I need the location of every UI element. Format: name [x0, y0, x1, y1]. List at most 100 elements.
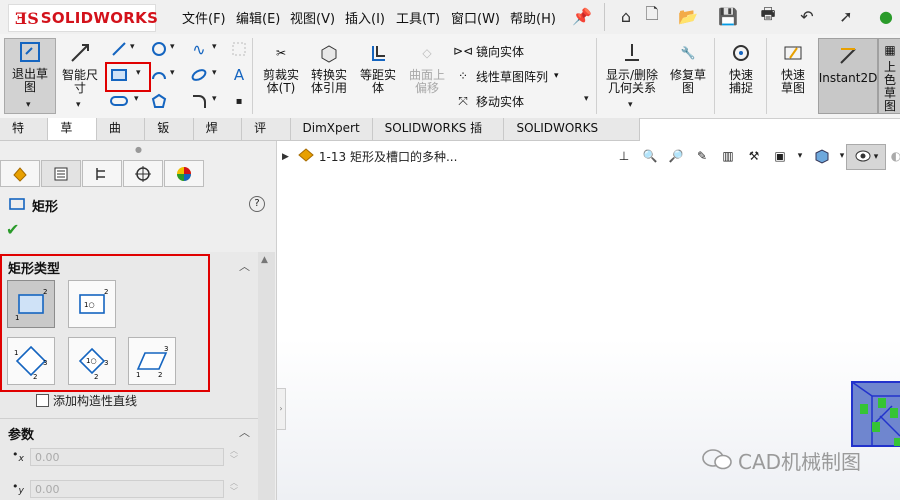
move-dropdown-icon[interactable]: ▾: [584, 94, 589, 104]
zoom-area-icon[interactable]: 🔎: [666, 146, 686, 166]
select-arrow-icon[interactable]: ➚: [836, 5, 856, 27]
convert-entities-button[interactable]: 转换实体引用: [306, 40, 352, 95]
dimxpert-manager-tab-icon[interactable]: [123, 160, 163, 187]
tab-dimxpert[interactable]: DimXpert: [291, 118, 373, 140]
menu-edit[interactable]: 编辑(E): [236, 8, 280, 27]
feature-tree-root[interactable]: ▶ 1-13 矩形及槽口的多种...: [282, 147, 457, 166]
collapse-chevron-icon[interactable]: ︿: [239, 258, 250, 274]
y-spinner-icon[interactable]: ︿ ﹀: [230, 478, 238, 496]
offset-entities-button[interactable]: 等距实体: [356, 40, 400, 95]
mirror-entities-button[interactable]: ⊳⊲ 镜向实体: [453, 42, 524, 60]
feature-manager-tab-icon[interactable]: [0, 160, 40, 187]
panel-scrollbar[interactable]: [258, 252, 275, 500]
offset-on-surface-button[interactable]: ◇ 曲面上偏移: [404, 40, 450, 95]
view-orientation-icon[interactable]: ▣: [770, 146, 790, 166]
rapid-sketch-button[interactable]: 快速草图: [770, 40, 816, 95]
undo-icon[interactable]: ↶: [797, 5, 817, 27]
slot-dropdown-icon[interactable]: ▾: [134, 94, 139, 104]
new-document-icon[interactable]: 🗋: [642, 4, 662, 27]
text-icon[interactable]: A: [230, 66, 248, 84]
surface-sketch-icon[interactable]: [230, 40, 248, 58]
appearance-icon[interactable]: ◐: [886, 146, 900, 166]
ok-checkmark-icon[interactable]: ✔: [6, 220, 19, 239]
home-icon[interactable]: ⌂: [616, 5, 636, 27]
circle-icon[interactable]: [150, 40, 168, 58]
construction-lines-checkbox[interactable]: [36, 394, 49, 407]
previous-view-icon[interactable]: ✎: [692, 146, 712, 166]
menu-window[interactable]: 窗口(W): [451, 8, 500, 27]
tab-sheet-metal[interactable]: 钣金: [145, 118, 194, 156]
tab-sketch[interactable]: 草图: [48, 118, 97, 156]
tab-addins[interactable]: SOLIDWORKS 插件: [373, 118, 505, 156]
linear-pattern-dropdown-icon[interactable]: ▾: [554, 71, 559, 81]
panel-grip-icon[interactable]: ●: [135, 145, 142, 154]
arc-icon[interactable]: [150, 66, 168, 84]
line-icon[interactable]: [110, 40, 128, 58]
view-orientation-dropdown-icon[interactable]: ▾: [790, 146, 810, 166]
trim-entities-button[interactable]: ✂ 剪裁实体(T): [258, 40, 304, 95]
tab-features[interactable]: 特征: [0, 118, 49, 156]
relations-dropdown-icon[interactable]: ▾: [628, 100, 633, 110]
quick-snaps-button[interactable]: 快速捕捉: [718, 40, 764, 95]
menu-view[interactable]: 视图(V): [290, 8, 335, 27]
menu-help[interactable]: 帮助(H): [510, 8, 556, 27]
tab-evaluate[interactable]: 评估: [242, 118, 291, 156]
center-y-input[interactable]: 0.00: [30, 480, 224, 498]
instant2d-label: Instant2D: [818, 71, 878, 85]
quick-snaps-icon: [728, 40, 754, 66]
line-dropdown-icon[interactable]: ▾: [130, 42, 135, 52]
circle-dropdown-icon[interactable]: ▾: [170, 42, 175, 52]
menu-file[interactable]: 文件(F): [182, 8, 226, 27]
slot-icon[interactable]: [110, 92, 128, 110]
point-icon[interactable]: ▪: [230, 92, 248, 110]
pin-icon[interactable]: 📌: [572, 5, 592, 27]
menu-tools[interactable]: 工具(T): [396, 8, 440, 27]
print-icon[interactable]: 🖶: [758, 4, 778, 27]
display-style-icon[interactable]: [812, 146, 832, 166]
shaded-sketch-icon: ▦: [884, 43, 896, 57]
open-folder-icon[interactable]: 📂: [678, 5, 698, 27]
x-spinner-icon[interactable]: ︿ ﹀: [230, 446, 238, 464]
smart-dim-dropdown-icon[interactable]: ▾: [76, 100, 81, 110]
ellipse-dropdown-icon[interactable]: ▾: [212, 68, 217, 78]
tab-weldments[interactable]: 焊件: [194, 118, 243, 156]
add-construction-lines-option[interactable]: 添加构造性直线: [36, 392, 137, 409]
property-manager-tab-icon[interactable]: [41, 160, 81, 187]
exit-sketch-dropdown-icon[interactable]: ▾: [26, 100, 31, 110]
shaded-sketch-button[interactable]: ▦ 上色草图: [878, 38, 900, 114]
tab-mbd[interactable]: SOLIDWORKS MBD: [504, 118, 640, 156]
spline-dropdown-icon[interactable]: ▾: [212, 42, 217, 52]
smart-dimension-button[interactable]: 智能尺寸: [58, 40, 102, 95]
parameters-collapse-chevron-icon[interactable]: ︿: [239, 424, 250, 440]
instant2d-button[interactable]: Instant2D: [818, 38, 878, 114]
hide-show-items-button[interactable]: ▾: [846, 144, 886, 170]
configuration-manager-tab-icon[interactable]: [82, 160, 122, 187]
fillet-dropdown-icon[interactable]: ▾: [212, 94, 217, 104]
tab-surfaces[interactable]: 曲面: [97, 118, 146, 156]
ellipse-icon[interactable]: [190, 66, 208, 84]
dynamic-annotation-icon[interactable]: ⚒: [744, 146, 764, 166]
fillet-icon[interactable]: [190, 92, 208, 110]
scroll-up-icon[interactable]: ▲: [261, 255, 268, 265]
center-x-input[interactable]: 0.00: [30, 448, 224, 466]
model-preview[interactable]: [850, 378, 900, 448]
save-icon[interactable]: 💾: [718, 5, 738, 27]
view-triad-icon[interactable]: ⊥: [614, 146, 634, 166]
help-icon[interactable]: ?: [249, 196, 265, 212]
zoom-to-fit-icon[interactable]: 🔍: [640, 146, 660, 166]
traffic-light-icon[interactable]: ●: [876, 5, 896, 27]
arc-dropdown-icon[interactable]: ▾: [170, 68, 175, 78]
tree-expand-icon[interactable]: ▶: [282, 152, 289, 162]
repair-sketch-button[interactable]: 🔧 修复草图: [666, 40, 710, 95]
linear-pattern-button[interactable]: ⁘ 线性草图阵列 ▾: [454, 67, 559, 85]
panel-collapse-handle-icon[interactable]: ›: [277, 388, 286, 430]
spline-icon[interactable]: ∿: [190, 40, 208, 59]
display-manager-tab-icon[interactable]: [164, 160, 204, 187]
section-divider: [0, 418, 258, 419]
polygon-icon[interactable]: [150, 92, 168, 110]
move-entities-button[interactable]: ⤧ 移动实体: [454, 92, 524, 110]
x-coordinate-icon: •x: [12, 448, 24, 465]
menu-insert[interactable]: 插入(I): [345, 8, 385, 27]
section-view-icon[interactable]: ▥: [718, 146, 738, 166]
display-relations-button[interactable]: 显示/删除几何关系: [600, 40, 664, 95]
